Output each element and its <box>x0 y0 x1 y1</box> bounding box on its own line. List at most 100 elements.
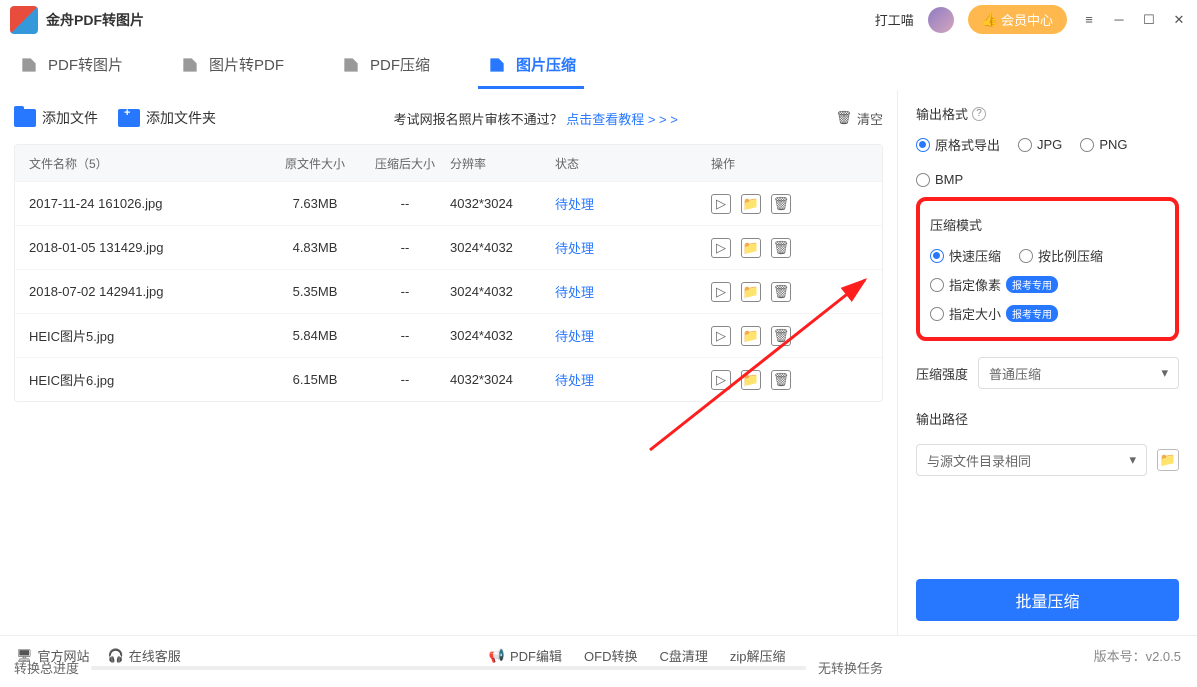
mode-label: 指定大小 <box>949 304 1001 323</box>
open-folder-icon[interactable]: 📁 <box>741 194 761 214</box>
radio-icon <box>930 278 944 292</box>
chevron-down-icon: ▾ <box>1129 452 1136 468</box>
format-bmp[interactable]: BMP <box>916 172 963 187</box>
menu-icon[interactable]: ≡ <box>1081 12 1097 28</box>
output-path-label: 输出路径 <box>916 409 1179 428</box>
username: 打工喵 <box>875 10 914 29</box>
delete-icon[interactable]: 🗑 <box>771 282 791 302</box>
play-icon[interactable]: ▷ <box>711 282 731 302</box>
play-icon[interactable]: ▷ <box>711 370 731 390</box>
tab-label: PDF压缩 <box>370 54 430 75</box>
image-to-pdf-icon <box>179 55 201 75</box>
cell-name: 2018-01-05 131429.jpg <box>15 240 270 255</box>
cell-compsize: -- <box>360 196 450 211</box>
thumb-icon: 👍 <box>982 12 998 28</box>
tab-pdf-to-image[interactable]: PDF转图片 <box>10 40 131 89</box>
mode-size[interactable]: 指定大小报考专用 <box>930 304 1058 323</box>
open-folder-button[interactable]: 📁 <box>1157 449 1179 471</box>
cell-resolution: 3024*4032 <box>450 240 555 255</box>
add-folder-button[interactable]: 添加文件夹 <box>118 108 216 128</box>
image-compress-icon <box>486 55 508 75</box>
delete-icon[interactable]: 🗑 <box>771 370 791 390</box>
exam-badge: 报考专用 <box>1006 276 1058 293</box>
output-format-options: 原格式导出 JPG PNG BMP <box>916 135 1179 187</box>
cell-ops: ▷ 📁 🗑 <box>705 282 882 302</box>
table-row: 2018-07-02 142941.jpg 5.35MB -- 3024*403… <box>15 269 882 313</box>
notice-link[interactable]: 点击查看教程 > > > <box>566 112 678 127</box>
cell-status: 待处理 <box>555 282 705 301</box>
left-panel: 添加文件 添加文件夹 考试网报名照片审核不通过？ 点击查看教程 > > > 🗑 … <box>0 90 897 635</box>
cell-ops: ▷ 📁 🗑 <box>705 238 882 258</box>
output-path-row: 与源文件目录相同 ▾ 📁 <box>916 444 1179 476</box>
col-name-header: 文件名称（5） <box>15 155 270 172</box>
tab-image-compress[interactable]: 图片压缩 <box>478 40 584 89</box>
add-file-button[interactable]: 添加文件 <box>14 108 98 128</box>
open-folder-icon[interactable]: 📁 <box>741 370 761 390</box>
right-panel: 输出格式 ? 原格式导出 JPG PNG BMP 压缩模式 快速压缩 按比例压缩… <box>897 90 1197 635</box>
mode-pixel[interactable]: 指定像素报考专用 <box>930 275 1058 294</box>
cell-status: 待处理 <box>555 326 705 345</box>
progress-status: 无转换任务 <box>818 658 883 677</box>
help-icon[interactable]: ? <box>972 107 986 121</box>
mode-ratio[interactable]: 按比例压缩 <box>1019 246 1103 265</box>
col-compsize-header: 压缩后大小 <box>360 155 450 172</box>
cell-resolution: 4032*3024 <box>450 196 555 211</box>
format-original[interactable]: 原格式导出 <box>916 135 1000 154</box>
delete-icon[interactable]: 🗑 <box>771 194 791 214</box>
member-center-button[interactable]: 👍 会员中心 <box>968 5 1067 34</box>
tab-image-to-pdf[interactable]: 图片转PDF <box>171 40 292 89</box>
cell-name: 2018-07-02 142941.jpg <box>15 284 270 299</box>
cell-compsize: -- <box>360 284 450 299</box>
tab-label: PDF转图片 <box>48 54 123 75</box>
mode-fast[interactable]: 快速压缩 <box>930 246 1001 265</box>
cell-compsize: -- <box>360 240 450 255</box>
avatar[interactable] <box>928 7 954 33</box>
output-format-label: 输出格式 ? <box>916 104 1179 123</box>
maximize-icon[interactable]: ☐ <box>1141 12 1157 28</box>
file-icon <box>14 109 36 127</box>
progress-label: 转换总进度 <box>14 658 79 677</box>
main-tabs: PDF转图片 图片转PDF PDF压缩 图片压缩 <box>0 40 1197 90</box>
play-icon[interactable]: ▷ <box>711 326 731 346</box>
progress-bar: 转换总进度 无转换任务 <box>14 652 883 687</box>
clear-button[interactable]: 🗑 清空 <box>835 109 883 128</box>
tab-label: 图片压缩 <box>516 54 576 75</box>
cell-name: HEIC图片6.jpg <box>15 370 270 389</box>
toolbar-notice: 考试网报名照片审核不通过？ 点击查看教程 > > > <box>236 109 835 128</box>
open-folder-icon[interactable]: 📁 <box>741 282 761 302</box>
cell-origsize: 6.15MB <box>270 372 360 387</box>
tab-pdf-compress[interactable]: PDF压缩 <box>332 40 438 89</box>
compress-mode-box: 压缩模式 快速压缩 按比例压缩 指定像素报考专用 指定大小报考专用 <box>916 197 1179 341</box>
output-path-select[interactable]: 与源文件目录相同 ▾ <box>916 444 1147 476</box>
add-file-label: 添加文件 <box>42 108 98 128</box>
col-resolution-header: 分辨率 <box>450 155 555 172</box>
delete-icon[interactable]: 🗑 <box>771 238 791 258</box>
close-icon[interactable]: ✕ <box>1171 12 1187 28</box>
format-label: BMP <box>935 172 963 187</box>
cell-origsize: 4.83MB <box>270 240 360 255</box>
radio-icon <box>1019 249 1033 263</box>
col-ops-header: 操作 <box>705 155 882 172</box>
cell-origsize: 5.84MB <box>270 328 360 343</box>
minimize-icon[interactable]: ─ <box>1111 12 1127 28</box>
format-label: JPG <box>1037 137 1062 152</box>
cell-resolution: 3024*4032 <box>450 328 555 343</box>
strength-select[interactable]: 普通压缩 ▾ <box>978 357 1179 389</box>
cell-ops: ▷ 📁 🗑 <box>705 194 882 214</box>
play-icon[interactable]: ▷ <box>711 194 731 214</box>
delete-icon[interactable]: 🗑 <box>771 326 791 346</box>
open-folder-icon[interactable]: 📁 <box>741 238 761 258</box>
member-center-label: 会员中心 <box>1001 10 1053 29</box>
pdf-compress-icon <box>340 55 362 75</box>
format-png[interactable]: PNG <box>1080 137 1127 152</box>
play-icon[interactable]: ▷ <box>711 238 731 258</box>
add-folder-label: 添加文件夹 <box>146 108 216 128</box>
exam-badge: 报考专用 <box>1006 305 1058 322</box>
batch-compress-button[interactable]: 批量压缩 <box>916 579 1179 621</box>
chevron-down-icon: ▾ <box>1161 365 1168 381</box>
open-folder-icon[interactable]: 📁 <box>741 326 761 346</box>
cell-compsize: -- <box>360 328 450 343</box>
cell-origsize: 7.63MB <box>270 196 360 211</box>
format-jpg[interactable]: JPG <box>1018 137 1062 152</box>
mode-label: 按比例压缩 <box>1038 246 1103 265</box>
